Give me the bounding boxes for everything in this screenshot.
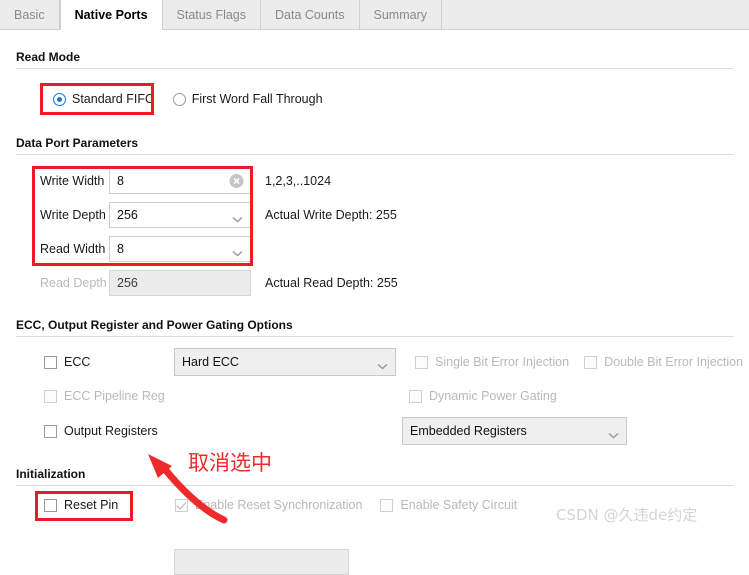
clear-circle-icon[interactable] bbox=[229, 174, 244, 189]
radio-first-word-fall-through-label: First Word Fall Through bbox=[191, 92, 323, 106]
tab-summary[interactable]: Summary bbox=[359, 0, 442, 29]
read-depth-label: Read Depth bbox=[40, 276, 107, 290]
checkbox-ecc-label: ECC bbox=[64, 355, 91, 369]
checkbox-single-bit-error-injection-box bbox=[415, 355, 428, 369]
tab-bar-filler bbox=[441, 0, 749, 29]
section-divider bbox=[16, 336, 733, 337]
checkbox-ecc-pipeline-reg: ECC Pipeline Reg bbox=[44, 389, 409, 403]
checkbox-output-registers-label: Output Registers bbox=[64, 424, 158, 438]
tab-native-ports[interactable]: Native Ports bbox=[59, 0, 163, 30]
checkbox-double-bit-error-injection-box bbox=[584, 355, 598, 369]
radio-first-word-fall-through[interactable]: First Word Fall Through bbox=[172, 92, 323, 106]
tab-label: Summary bbox=[373, 7, 427, 22]
checkbox-enable-safety-circuit: Enable Safety Circuit bbox=[380, 498, 517, 512]
tab-label: Status Flags bbox=[176, 7, 247, 22]
write-width-value: 8 bbox=[117, 174, 124, 188]
initialization-bottom-input bbox=[174, 549, 349, 575]
write-width-label: Write Width bbox=[40, 174, 105, 188]
checkbox-ecc-pipeline-reg-label: ECC Pipeline Reg bbox=[64, 389, 165, 403]
checkbox-enable-safety-circuit-label: Enable Safety Circuit bbox=[400, 498, 518, 512]
radio-standard-fifo-label: Standard FIFO bbox=[72, 92, 155, 106]
checkbox-reset-pin-label: Reset Pin bbox=[64, 498, 119, 512]
checkbox-ecc-pipeline-reg-box bbox=[44, 389, 57, 403]
checkbox-dynamic-power-gating: Dynamic Power Gating bbox=[409, 389, 557, 403]
section-divider bbox=[16, 154, 733, 155]
tab-status-flags[interactable]: Status Flags bbox=[162, 0, 262, 29]
watermark-text: CSDN @久违de约定 bbox=[556, 506, 698, 524]
chevron-down-icon bbox=[608, 428, 619, 439]
write-width-hint: 1,2,3,..1024 bbox=[265, 174, 332, 188]
write-width-input[interactable]: 8 bbox=[109, 168, 251, 194]
chevron-down-icon bbox=[232, 246, 243, 257]
read-width-select[interactable]: 8 bbox=[109, 236, 251, 262]
checkbox-double-bit-error-injection: Double Bit Error Injection bbox=[584, 355, 743, 369]
checkbox-enable-safety-circuit-box bbox=[380, 498, 394, 512]
write-depth-value: 256 bbox=[117, 208, 138, 222]
checkbox-double-bit-error-injection-label: Double Bit Error Injection bbox=[604, 355, 744, 369]
read-depth-hint: Actual Read Depth: 255 bbox=[265, 276, 398, 290]
initialization-section-title: Initialization bbox=[16, 467, 86, 481]
ecc-mode-value: Hard ECC bbox=[182, 355, 239, 369]
read-depth-input: 256 bbox=[109, 270, 251, 296]
write-depth-hint: Actual Write Depth: 255 bbox=[265, 208, 397, 222]
tab-bar: Basic Native Ports Status Flags Data Cou… bbox=[0, 0, 749, 30]
output-register-value: Embedded Registers bbox=[410, 424, 527, 438]
checkbox-reset-pin-box[interactable] bbox=[44, 498, 57, 512]
checkbox-ecc[interactable]: ECC bbox=[44, 355, 174, 369]
radio-first-word-fall-through-indicator[interactable] bbox=[172, 92, 186, 106]
section-divider bbox=[16, 68, 733, 69]
write-depth-select[interactable]: 256 bbox=[109, 202, 251, 228]
read-depth-value: 256 bbox=[117, 276, 138, 290]
tab-label: Data Counts bbox=[275, 7, 345, 22]
read-width-label: Read Width bbox=[40, 242, 106, 256]
section-divider bbox=[16, 485, 733, 486]
checkbox-dynamic-power-gating-label: Dynamic Power Gating bbox=[429, 389, 557, 403]
checkbox-single-bit-error-injection-label: Single Bit Error Injection bbox=[435, 355, 570, 369]
ecc-mode-select[interactable]: Hard ECC bbox=[174, 348, 396, 376]
radio-standard-fifo[interactable]: Standard FIFO bbox=[47, 88, 161, 110]
write-depth-label: Write Depth bbox=[40, 208, 106, 222]
checkbox-dynamic-power-gating-box bbox=[409, 389, 422, 403]
read-mode-section-title: Read Mode bbox=[16, 50, 81, 64]
tab-data-counts[interactable]: Data Counts bbox=[261, 0, 360, 29]
tab-label: Native Ports bbox=[74, 7, 148, 22]
radio-standard-fifo-indicator[interactable] bbox=[53, 92, 66, 106]
checkbox-output-registers[interactable]: Output Registers bbox=[44, 424, 402, 438]
output-register-select[interactable]: Embedded Registers bbox=[402, 417, 627, 445]
checkbox-single-bit-error-injection: Single Bit Error Injection bbox=[415, 355, 569, 369]
chevron-down-icon bbox=[377, 359, 388, 370]
native-ports-panel: Read Mode Standard FIFO First Word Fall … bbox=[0, 30, 749, 575]
annotation-note-text: 取消选中 bbox=[188, 451, 272, 475]
checkbox-output-registers-box[interactable] bbox=[44, 424, 57, 438]
chevron-down-icon bbox=[232, 212, 243, 223]
tab-basic[interactable]: Basic bbox=[0, 0, 60, 29]
tab-label: Basic bbox=[14, 7, 45, 22]
read-width-value: 8 bbox=[117, 242, 124, 256]
data-port-section-title: Data Port Parameters bbox=[16, 136, 139, 150]
checkbox-ecc-box[interactable] bbox=[44, 355, 57, 369]
ecc-section-title: ECC, Output Register and Power Gating Op… bbox=[16, 318, 293, 332]
